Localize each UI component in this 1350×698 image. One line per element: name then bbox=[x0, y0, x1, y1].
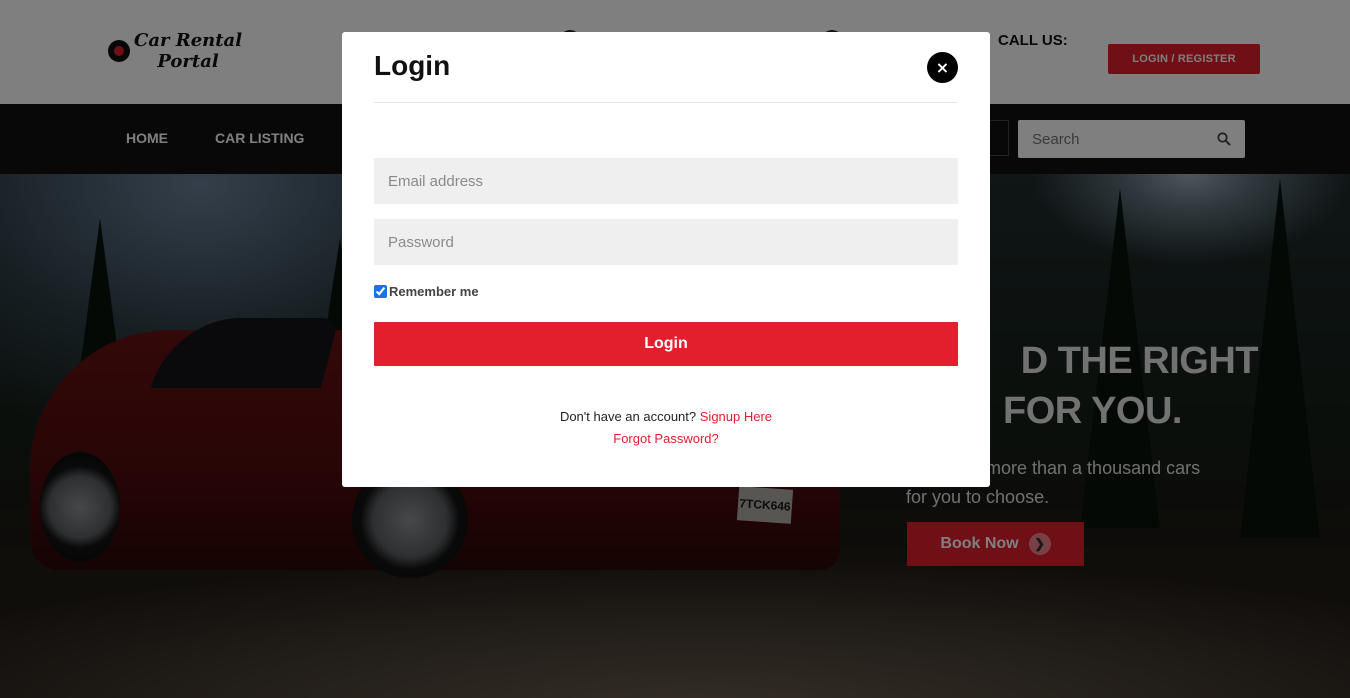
remember-me[interactable]: Remember me bbox=[374, 284, 479, 299]
login-button[interactable]: Login bbox=[374, 322, 958, 366]
remember-me-checkbox[interactable] bbox=[374, 285, 387, 298]
close-icon[interactable]: × bbox=[927, 52, 958, 83]
forgot-password-link[interactable]: Forgot Password? bbox=[613, 431, 719, 446]
forgot-password-row: Forgot Password? bbox=[342, 431, 990, 446]
remember-me-label: Remember me bbox=[389, 284, 479, 299]
signup-link[interactable]: Signup Here bbox=[700, 409, 772, 424]
signup-prompt: Don't have an account? Signup Here bbox=[342, 409, 990, 424]
modal-divider bbox=[374, 102, 958, 103]
login-modal: Login × Remember me Login Don't have an … bbox=[342, 32, 990, 487]
modal-title: Login bbox=[374, 50, 451, 81]
no-account-text: Don't have an account? bbox=[559, 409, 697, 424]
email-field[interactable] bbox=[374, 158, 958, 204]
password-field[interactable] bbox=[374, 219, 958, 265]
